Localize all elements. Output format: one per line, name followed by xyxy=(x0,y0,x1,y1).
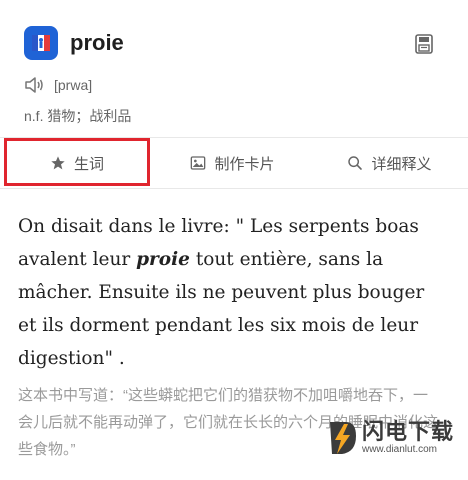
tab-label: 生词 xyxy=(73,155,104,173)
example-highlight-word: proie xyxy=(136,249,190,270)
divider-bottom xyxy=(0,188,468,189)
tab-detailed-definition[interactable]: 详细释义 xyxy=(311,139,468,187)
phonetic: [prwa] xyxy=(54,77,93,93)
app-icon xyxy=(24,26,58,60)
watermark-title: 闪电下载 xyxy=(361,419,454,444)
speaker-icon[interactable] xyxy=(24,76,44,94)
lightning-logo-icon xyxy=(329,422,356,454)
headword: proie xyxy=(70,30,124,55)
divider-top xyxy=(0,137,468,138)
example-sentence: On disait dans le livre: " Les serpents … xyxy=(18,216,425,369)
watermark: 闪电下载 www.dianlut.com xyxy=(326,418,454,458)
tab-vocabulary[interactable]: 生词 xyxy=(0,139,154,187)
tab-label: 制作卡片 xyxy=(214,155,275,173)
tab-bar: 生词 制作卡片 详细释义 xyxy=(0,139,468,187)
image-card-icon xyxy=(191,156,206,170)
star-icon xyxy=(51,156,65,170)
pronunciation-row[interactable]: [prwa] xyxy=(24,76,92,94)
search-icon xyxy=(348,156,363,170)
definition: n.f. 猎物；战利品 xyxy=(24,108,132,124)
save-button[interactable] xyxy=(414,33,434,55)
tab-make-card[interactable]: 制作卡片 xyxy=(154,139,311,187)
french-flag-book-icon xyxy=(32,35,50,51)
tab-label: 详细释义 xyxy=(371,155,432,173)
save-disk-icon xyxy=(415,34,433,54)
watermark-url: www.dianlut.com xyxy=(361,444,438,455)
